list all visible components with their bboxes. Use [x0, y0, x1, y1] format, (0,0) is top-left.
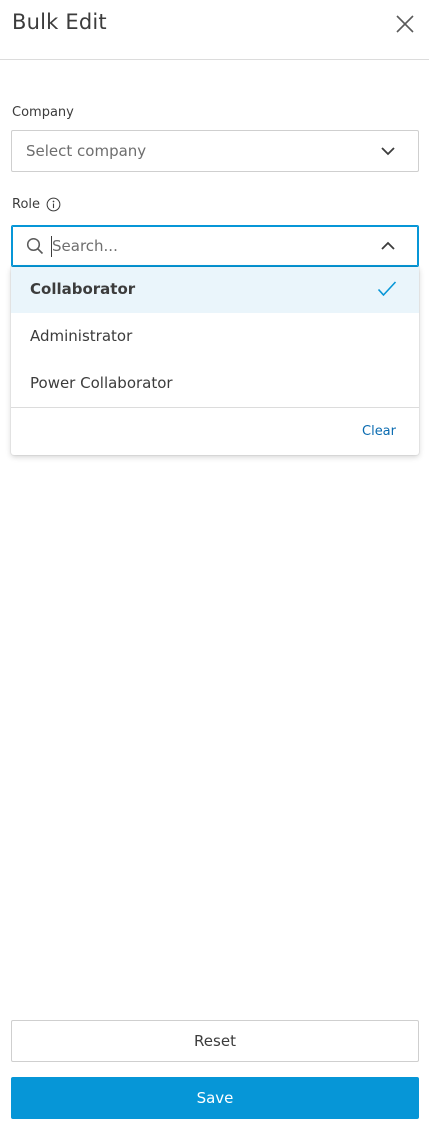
chevron-up-icon[interactable]	[380, 238, 396, 254]
close-button[interactable]	[395, 14, 415, 34]
panel-header: Bulk Edit	[0, 0, 429, 60]
info-icon[interactable]	[46, 197, 61, 212]
reset-button[interactable]: Reset	[11, 1020, 419, 1062]
role-option-collaborator[interactable]: Collaborator	[11, 267, 419, 313]
role-search-input[interactable]	[52, 232, 352, 260]
save-button[interactable]: Save	[11, 1077, 419, 1119]
role-option-administrator[interactable]: Administrator	[11, 314, 419, 360]
company-label: Company	[12, 105, 74, 120]
clear-button[interactable]: Clear	[362, 424, 396, 439]
role-label: Role	[12, 197, 41, 212]
role-dropdown: Collaborator Administrator Power Collabo…	[11, 267, 419, 455]
role-option-power-collaborator[interactable]: Power Collaborator	[11, 361, 419, 407]
close-icon	[396, 15, 414, 33]
chevron-down-icon	[381, 147, 395, 156]
role-label-row: Role	[12, 197, 61, 212]
company-select[interactable]: Select company	[11, 130, 419, 172]
check-icon	[377, 281, 397, 297]
dropdown-divider	[11, 407, 419, 408]
text-cursor	[51, 236, 52, 257]
role-option-label: Power Collaborator	[30, 374, 173, 392]
company-select-placeholder: Select company	[26, 142, 147, 160]
role-option-label: Administrator	[30, 327, 133, 345]
panel-title: Bulk Edit	[12, 10, 107, 34]
role-option-label: Collaborator	[30, 280, 136, 298]
bulk-edit-panel: Bulk Edit Company Select company Role Se…	[0, 0, 429, 1125]
role-search-field[interactable]	[11, 225, 419, 267]
search-icon	[26, 237, 44, 255]
